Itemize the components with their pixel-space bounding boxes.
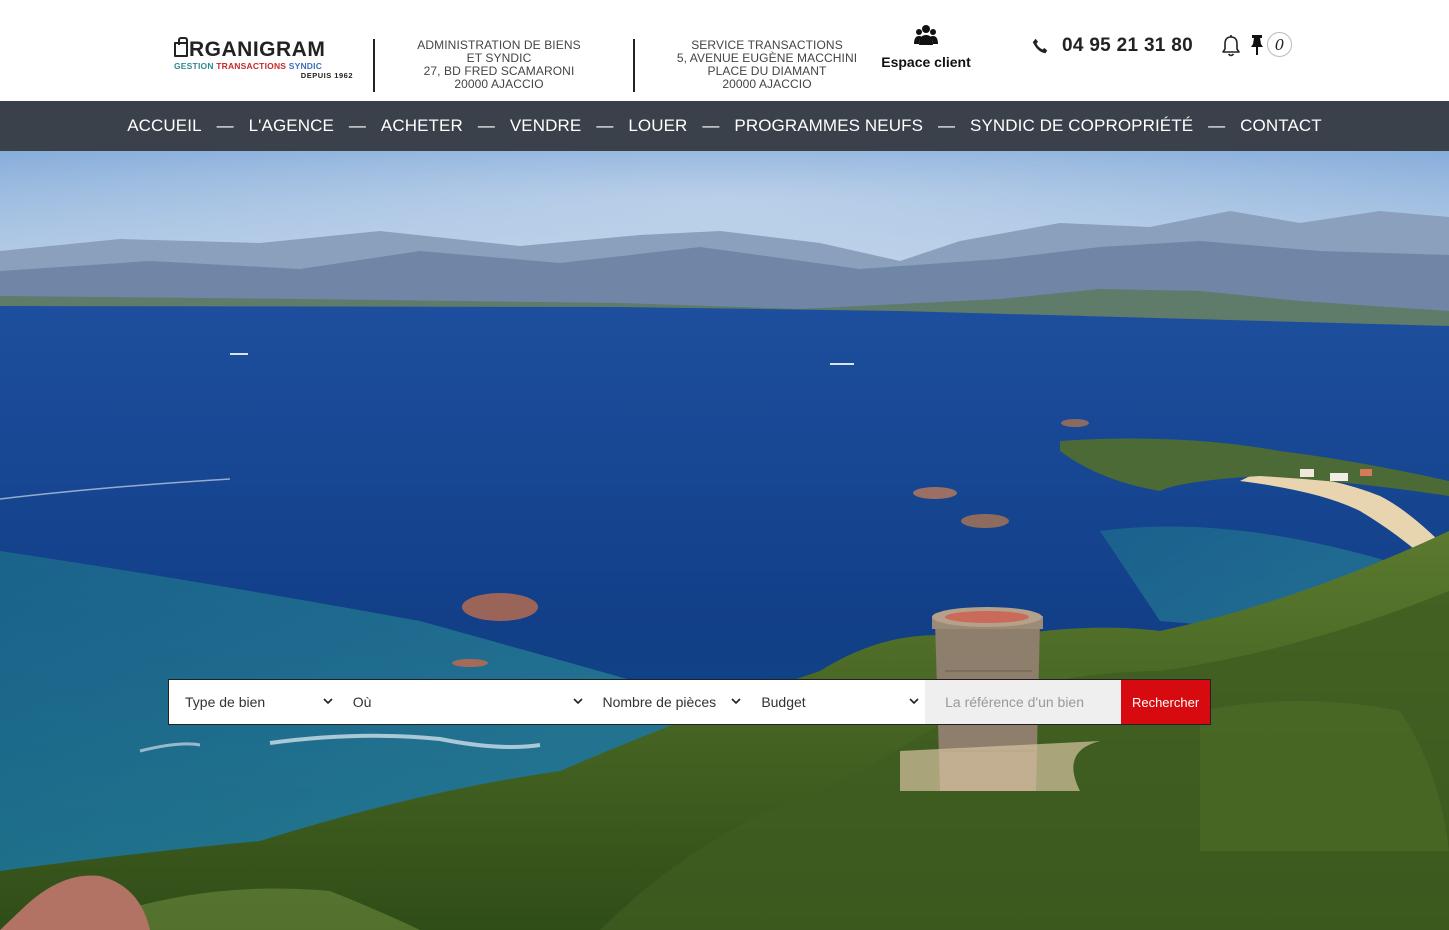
ou-value: Où (352, 694, 372, 710)
nav-separator: — (702, 116, 720, 135)
selection-button[interactable]: 0 (1249, 32, 1292, 57)
ou-select[interactable]: Où (339, 680, 589, 724)
chevron-down-icon (909, 698, 919, 705)
phone-icon (1032, 38, 1048, 54)
nav-item-vendre[interactable]: VENDRE (510, 116, 581, 136)
address-line: 20000 AJACCIO (722, 77, 812, 91)
type-de-bien-select[interactable]: Type de bien (169, 680, 339, 724)
chevron-down-icon (572, 698, 583, 705)
pin-icon (1251, 34, 1263, 55)
espace-client-link[interactable]: Espace client (876, 24, 976, 70)
chevron-down-icon (323, 698, 333, 705)
nav-item-programmes-neufs[interactable]: PROGRAMMES NEUFS (734, 116, 923, 136)
nav-item-agence[interactable]: L'AGENCE (249, 116, 334, 136)
site-header: RGANIGRAM GESTION TRANSACTIONS SYNDIC DE… (0, 0, 1449, 101)
hero-banner (0, 151, 1449, 930)
reference-input[interactable] (925, 680, 1122, 724)
type-de-bien-value: Type de bien (185, 694, 266, 710)
nombre-de-pieces-value: Nombre de pièces (602, 694, 717, 710)
phone-link[interactable]: 04 95 21 31 80 (1032, 34, 1193, 58)
logo-wordmark: RGANIGRAM (174, 37, 354, 61)
hero-landscape-image (0, 151, 1449, 930)
address-syndic: ADMINISTRATION DE BIENS ET SYNDIC 27, BD… (399, 39, 599, 91)
logo-o-mark (174, 37, 188, 57)
nombre-de-pieces-select[interactable]: Nombre de pièces (589, 680, 748, 724)
budget-select[interactable]: Budget (747, 680, 925, 724)
nav-item-syndic[interactable]: SYNDIC DE COPROPRIÉTÉ (970, 116, 1193, 136)
property-search-form: Type de bien Où Nombre de pièces Budget … (168, 679, 1211, 725)
nav-separator: — (477, 116, 495, 135)
logo-since: DEPUIS 1962 (300, 71, 353, 80)
nav-separator: — (938, 116, 956, 135)
espace-client-label: Espace client (881, 54, 971, 70)
nav-item-acheter[interactable]: ACHETER (381, 116, 463, 136)
logo-tagline: GESTION TRANSACTIONS SYNDIC (174, 61, 354, 71)
logo-main-text: RGANIGRAM (189, 38, 326, 61)
header-divider (373, 39, 375, 92)
selection-count-badge: 0 (1267, 32, 1292, 57)
phone-number: 04 95 21 31 80 (1062, 35, 1193, 56)
chevron-down-icon (731, 698, 741, 705)
nav-separator: — (348, 116, 366, 135)
header-divider (633, 39, 635, 92)
nav-item-accueil[interactable]: ACCUEIL (127, 116, 201, 136)
logo-tagline-gestion: GESTION (174, 61, 214, 71)
notifications-button[interactable] (1219, 34, 1243, 58)
logo-tagline-transactions: TRANSACTIONS (216, 61, 287, 71)
search-submit-button[interactable]: Rechercher (1121, 680, 1210, 724)
nav-item-contact[interactable]: CONTACT (1240, 116, 1322, 136)
nav-separator: — (596, 116, 614, 135)
budget-value: Budget (761, 694, 806, 710)
nav-item-louer[interactable]: LOUER (628, 116, 687, 136)
bell-icon (1222, 35, 1240, 57)
main-nav: ACCUEIL — L'AGENCE — ACHETER — VENDRE — … (0, 101, 1449, 151)
users-icon (914, 25, 938, 45)
logo[interactable]: RGANIGRAM GESTION TRANSACTIONS SYNDIC DE… (174, 37, 354, 80)
address-transactions: SERVICE TRANSACTIONS 5, AVENUE EUGÈNE MA… (662, 39, 872, 91)
nav-separator: — (216, 116, 234, 135)
logo-tagline-syndic: SYNDIC (288, 61, 323, 71)
nav-separator: — (1208, 116, 1226, 135)
address-line: 20000 AJACCIO (454, 77, 544, 91)
